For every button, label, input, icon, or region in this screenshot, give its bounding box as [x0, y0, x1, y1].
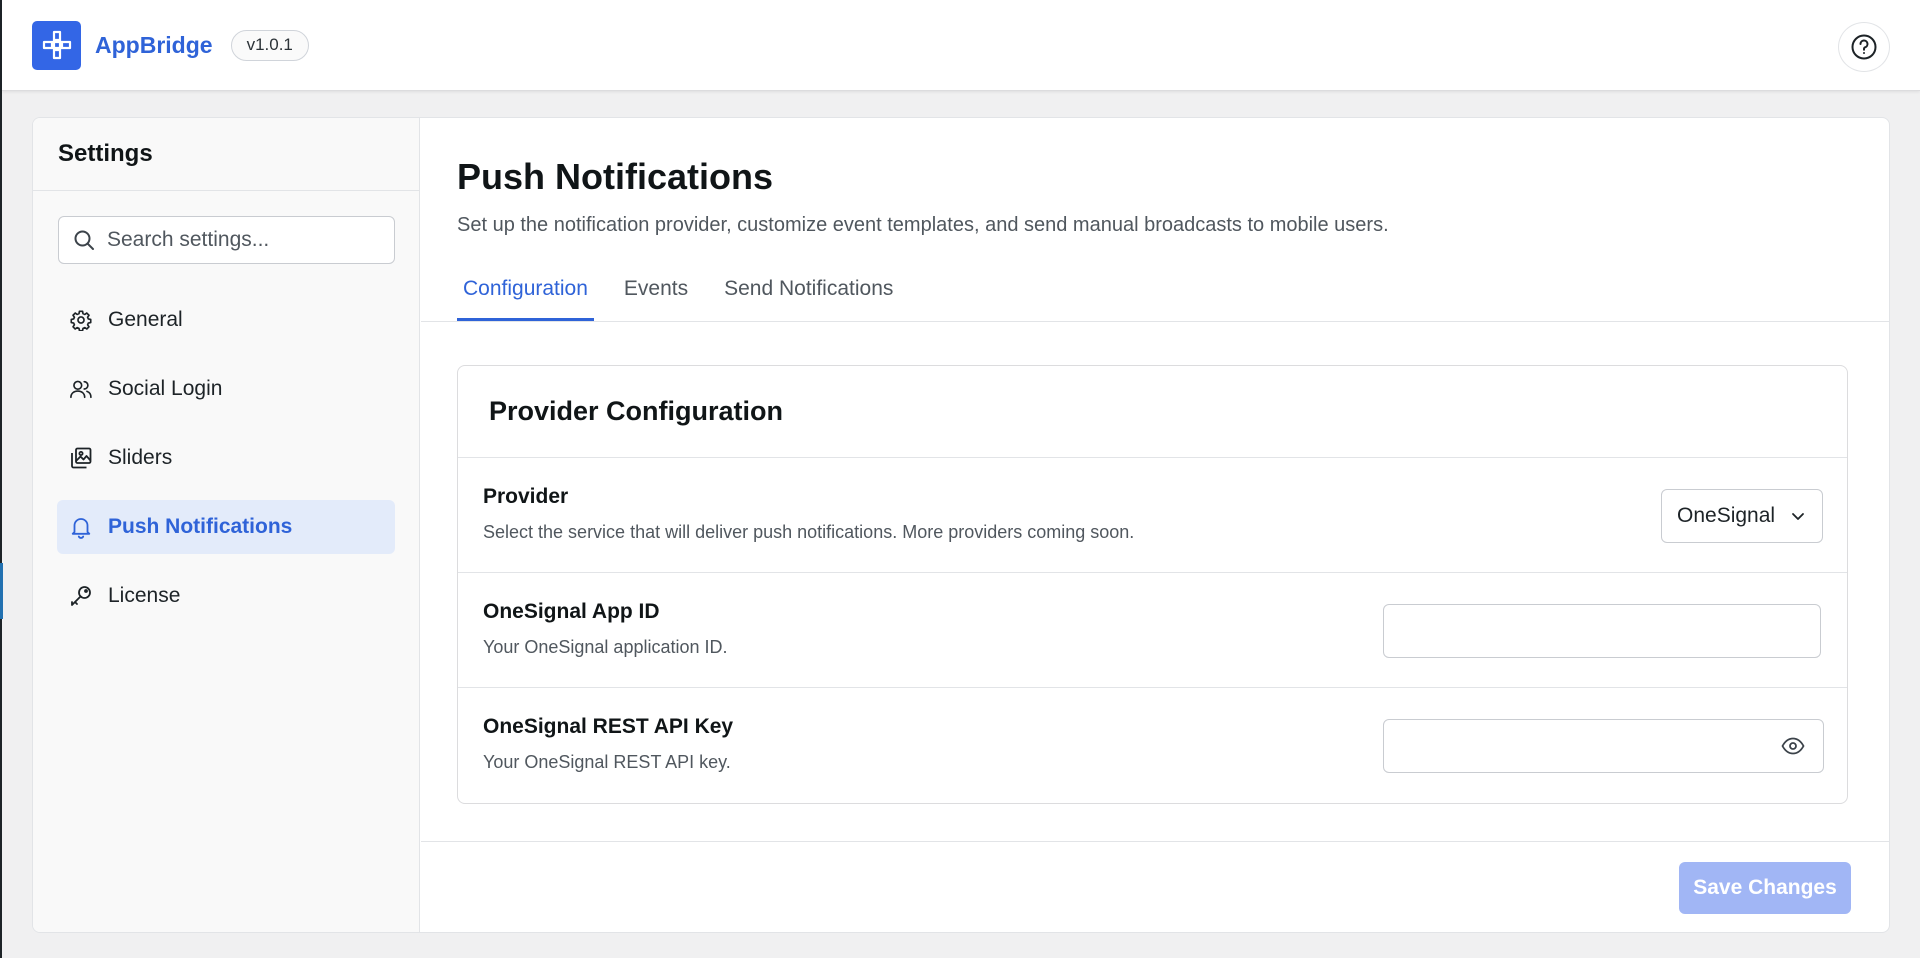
- app-logo[interactable]: [32, 20, 81, 70]
- key-icon: [68, 583, 94, 609]
- question-circle-icon: [1851, 34, 1877, 60]
- api-key-label: OneSignal REST API Key: [483, 715, 734, 738]
- provider-label: Provider: [483, 485, 569, 508]
- settings-card: Settings General: [32, 117, 1890, 933]
- sidebar-item-label: Push Notifications: [108, 515, 293, 538]
- sidebar-item-license[interactable]: License: [57, 569, 395, 623]
- page-title: Push Notifications: [457, 156, 774, 197]
- main-content: Push Notifications Set up the notificati…: [421, 118, 1889, 932]
- provider-configuration-panel: Provider Configuration Provider Select t…: [457, 365, 1848, 804]
- sidebar-nav: General Social Login Sliders Push Notifi…: [57, 293, 395, 638]
- section-title: Provider Configuration: [458, 366, 1847, 458]
- window-edge: [0, 0, 2, 958]
- version-badge: v1.0.1: [230, 29, 309, 61]
- sidebar-item-label: Sliders: [108, 446, 173, 469]
- provider-row: Provider Select the service that will de…: [458, 458, 1847, 573]
- provider-selected-value: OneSignal: [1677, 504, 1776, 527]
- api-key-input[interactable]: [1384, 720, 1764, 772]
- plus-knot-icon: [42, 30, 71, 60]
- app-name: AppBridge: [95, 31, 213, 58]
- app-id-row: OneSignal App ID Your OneSignal applicat…: [458, 573, 1847, 688]
- provider-help: Select the service that will deliver pus…: [483, 522, 1135, 542]
- sidebar: Settings General: [33, 118, 420, 932]
- sidebar-item-social-login[interactable]: Social Login: [57, 362, 395, 416]
- save-changes-button[interactable]: Save Changes: [1679, 862, 1851, 914]
- search-box[interactable]: [58, 216, 395, 264]
- api-key-help: Your OneSignal REST API key.: [483, 752, 731, 772]
- sidebar-item-sliders[interactable]: Sliders: [57, 431, 395, 485]
- tabs-divider: [421, 321, 1889, 322]
- page-description: Set up the notification provider, custom…: [457, 214, 1389, 236]
- top-bar: AppBridge v1.0.1: [2, 0, 1920, 91]
- app-id-help: Your OneSignal application ID.: [483, 637, 728, 657]
- help-button[interactable]: [1838, 22, 1890, 72]
- provider-select[interactable]: OneSignal: [1661, 489, 1823, 543]
- api-key-row: OneSignal REST API Key Your OneSignal RE…: [458, 688, 1847, 803]
- users-icon: [68, 376, 94, 402]
- search-icon: [74, 230, 94, 250]
- app-id-label: OneSignal App ID: [483, 600, 660, 623]
- chevron-down-icon: [1792, 513, 1804, 520]
- bell-icon: [68, 514, 94, 540]
- tab-bar: Configuration Events Send Notifications: [457, 268, 923, 321]
- search-input[interactable]: [107, 228, 377, 252]
- tab-events[interactable]: Events: [618, 268, 694, 321]
- sidebar-item-general[interactable]: General: [57, 293, 395, 347]
- app-id-input[interactable]: [1383, 604, 1821, 658]
- tab-configuration[interactable]: Configuration: [457, 268, 594, 321]
- sidebar-item-label: License: [108, 584, 181, 607]
- window-edge-accent: [0, 563, 3, 619]
- api-key-field: [1383, 719, 1824, 773]
- sidebar-item-label: Social Login: [108, 377, 223, 400]
- sidebar-title: Settings: [33, 118, 419, 191]
- sidebar-item-push-notifications[interactable]: Push Notifications: [57, 500, 395, 554]
- tab-send-notifications[interactable]: Send Notifications: [718, 268, 899, 321]
- gear-icon: [68, 307, 94, 333]
- images-icon: [68, 445, 94, 471]
- sidebar-item-label: General: [108, 308, 183, 331]
- eye-icon[interactable]: [1781, 735, 1805, 757]
- footer-divider: [421, 841, 1889, 842]
